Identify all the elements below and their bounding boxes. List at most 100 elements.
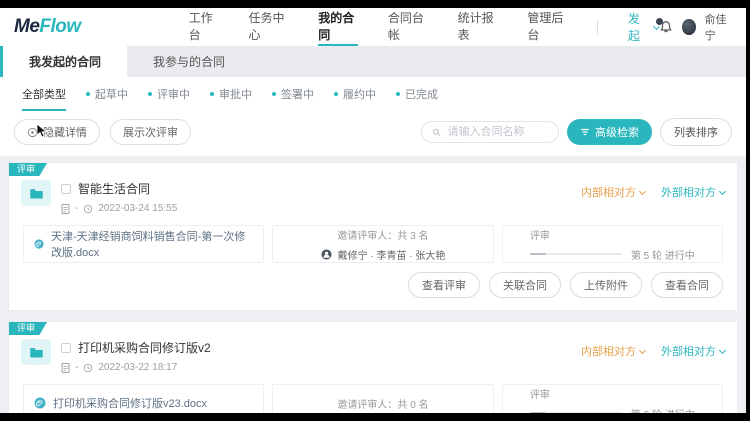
- nav-item-task-center[interactable]: 任务中心: [248, 8, 288, 46]
- tab-initiated-contracts[interactable]: 我发起的合同: [0, 46, 128, 77]
- contract-card: 评审 智能生活合同 - 2022-03-24 15:55 内部相对方 外部相对方…: [8, 162, 738, 311]
- filter-all-types[interactable]: 全部类型: [22, 86, 66, 111]
- search-input[interactable]: [447, 126, 548, 138]
- filter-signing[interactable]: 签署中: [272, 86, 314, 111]
- status-dot: [86, 92, 90, 96]
- document-icon: [61, 362, 70, 373]
- filter-performing[interactable]: 履约中: [334, 86, 376, 111]
- tag-external-party[interactable]: 外部相对方: [661, 343, 727, 359]
- card-actions: 查看评审 关联合同 上传附件 查看合同: [21, 263, 725, 304]
- status-filter-bar: 全部类型 起草中 评审中 审批中 签署中 履约中 已完成: [0, 77, 746, 111]
- main-nav: 工作台 任务中心 我的合同 合同台帐 统计报表 管理后台 发起: [189, 8, 661, 46]
- eye-icon: [27, 127, 38, 137]
- contract-id: -: [75, 362, 79, 373]
- attachment-item[interactable]: 天津-天津经销商饲料销售合同-第一次修改版.docx: [23, 225, 265, 263]
- folder-icon: [21, 180, 51, 206]
- review-label: 评审: [529, 389, 550, 401]
- tag-label: 外部相对方: [661, 346, 716, 358]
- status-dot: [272, 92, 276, 96]
- logo-me: Me: [14, 16, 40, 37]
- card-detail-row: 天津-天津经销商饲料销售合同-第一次修改版.docx 邀请评审人：共 3 名 戴…: [23, 225, 723, 263]
- person-icon: [321, 248, 332, 260]
- tag-external-party[interactable]: 外部相对方: [661, 184, 727, 200]
- filter-label: 全部类型: [22, 89, 66, 101]
- title-meta: 智能生活合同 - 2022-03-24 15:55: [61, 180, 177, 214]
- review-progress-bar: [529, 253, 622, 255]
- advanced-search-button[interactable]: 高级检索: [567, 119, 652, 145]
- meflow-logo[interactable]: MeFlow: [14, 16, 81, 38]
- filter-drafting[interactable]: 起草中: [86, 86, 128, 111]
- card-checkbox[interactable]: [61, 342, 71, 353]
- initiate-label: 发起: [627, 12, 640, 43]
- review-status-ribbon: 评审: [9, 322, 48, 335]
- nav-item-workbench[interactable]: 工作台: [189, 8, 219, 46]
- show-sub-review-button[interactable]: 展示次评审: [110, 119, 191, 145]
- contract-tabs: 我发起的合同 我参与的合同: [0, 46, 746, 77]
- tag-label: 内部相对方: [581, 346, 636, 358]
- card-title-row: 打印机采购合同修订版v2 - 2022-03-22 18:17 内部相对方 外部…: [21, 339, 727, 373]
- card-detail-row: 打印机采购合同修订版v23.docx 邀请评审人：共 0 名 评审 第 2 轮 …: [23, 384, 723, 413]
- avatar[interactable]: [682, 19, 696, 35]
- user-name: 俞佳宁: [704, 14, 727, 42]
- tag-internal-party[interactable]: 内部相对方: [581, 343, 647, 359]
- list-toolbar: 隐藏详情 展示次评审 高级检索 列表排序: [0, 111, 746, 156]
- view-contract-button[interactable]: 查看合同: [651, 272, 723, 298]
- show-sub-review-label: 展示次评审: [123, 127, 178, 139]
- filter-label: 起草中: [95, 89, 128, 101]
- hide-details-button[interactable]: 隐藏详情: [14, 119, 100, 145]
- related-contract-button[interactable]: 关联合同: [489, 272, 561, 298]
- reviewer-summary: 邀请评审人：共 0 名: [337, 399, 429, 411]
- chevron-down-icon: [718, 346, 727, 354]
- tag-label: 外部相对方: [661, 187, 716, 199]
- contract-title[interactable]: 打印机采购合同修订版v2: [78, 339, 211, 356]
- review-progress-box: 评审 第 2 轮 进行中: [501, 384, 723, 413]
- hide-details-label: 隐藏详情: [43, 127, 87, 139]
- status-dot: [148, 92, 152, 96]
- search-icon: [433, 128, 441, 136]
- advanced-search-label: 高级检索: [595, 127, 639, 139]
- status-dot: [334, 92, 338, 96]
- reviewer-summary: 邀请评审人：共 3 名: [337, 230, 429, 242]
- attachment-name: 打印机采购合同修订版v23.docx: [53, 398, 208, 410]
- nav-item-my-contracts[interactable]: 我的合同: [318, 8, 358, 46]
- view-review-button[interactable]: 查看评审: [408, 272, 480, 298]
- contract-card: 评审 打印机采购合同修订版v2 - 2022-03-22 18:17 内部相对方…: [8, 321, 738, 413]
- filter-reviewing[interactable]: 评审中: [148, 86, 190, 111]
- round-status: 第 5 轮 进行中: [630, 250, 695, 262]
- filter-completed[interactable]: 已完成: [396, 86, 438, 111]
- folder-icon: [21, 339, 51, 365]
- search-box[interactable]: [421, 121, 559, 143]
- list-sort-button[interactable]: 列表排序: [660, 118, 732, 146]
- card-checkbox[interactable]: [61, 183, 71, 194]
- review-progress-box: 评审 第 5 轮 进行中: [501, 225, 723, 263]
- clock-icon: [84, 204, 93, 213]
- review-label: 评审: [529, 230, 550, 242]
- status-dot: [396, 92, 400, 96]
- reviewer-box: 邀请评审人：共 0 名: [272, 384, 494, 413]
- initiate-dropdown[interactable]: 发起: [627, 10, 661, 44]
- nav-item-contract-ledger[interactable]: 合同台帐: [388, 8, 428, 46]
- contract-date: 2022-03-22 18:17: [98, 362, 178, 373]
- party-tags: 内部相对方 外部相对方: [581, 339, 727, 359]
- party-tags: 内部相对方 外部相对方: [581, 180, 727, 200]
- reviewer-box: 邀请评审人：共 3 名 戴修宁 · 李青苗 · 张大艳: [272, 225, 494, 263]
- attachment-name: 天津-天津经销商饲料销售合同-第一次修改版.docx: [51, 231, 246, 259]
- nav-item-admin-console[interactable]: 管理后台: [527, 8, 567, 46]
- contract-date: 2022-03-24 15:55: [98, 203, 178, 214]
- tab-participated-contracts[interactable]: 我参与的合同: [127, 46, 251, 77]
- filter-label: 已完成: [405, 89, 438, 101]
- upload-attachment-button[interactable]: 上传附件: [570, 272, 642, 298]
- attachment-item[interactable]: 打印机采购合同修订版v23.docx: [23, 384, 265, 413]
- filter-label: 审批中: [219, 89, 252, 101]
- filter-label: 签署中: [281, 89, 314, 101]
- nav-item-statistics-report[interactable]: 统计报表: [458, 8, 498, 46]
- contract-card-list: 评审 智能生活合同 - 2022-03-24 15:55 内部相对方 外部相对方…: [0, 156, 746, 413]
- tag-internal-party[interactable]: 内部相对方: [581, 184, 647, 200]
- contract-title[interactable]: 智能生活合同: [78, 180, 150, 197]
- filter-label: 履约中: [343, 89, 376, 101]
- notification-bell-icon[interactable]: [656, 18, 673, 34]
- review-progress-bar: [529, 412, 622, 413]
- title-meta: 打印机采购合同修订版v2 - 2022-03-22 18:17: [61, 339, 211, 373]
- filter-approving[interactable]: 审批中: [210, 86, 252, 111]
- nav-divider: [597, 20, 598, 34]
